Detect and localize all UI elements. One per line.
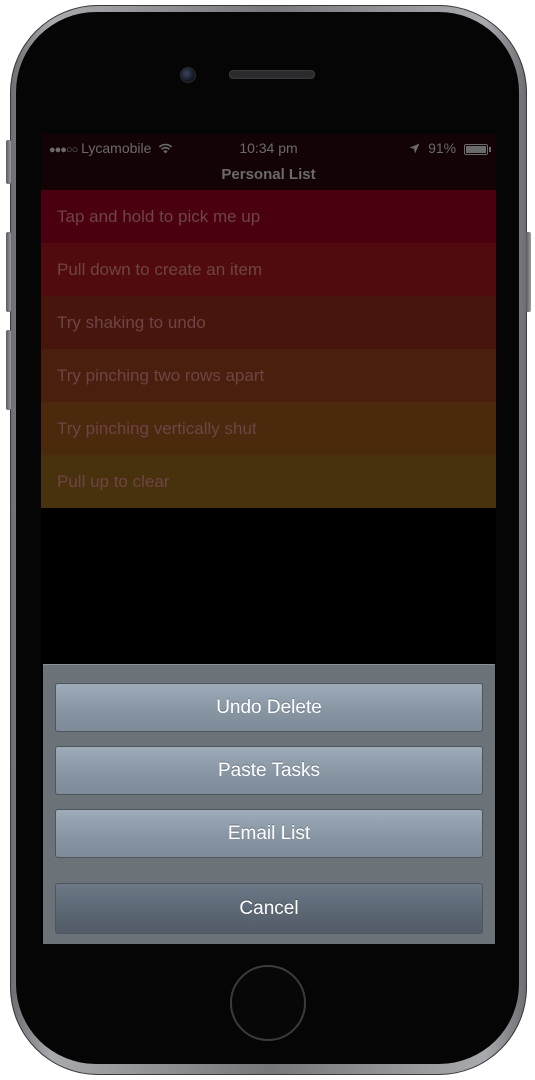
home-button[interactable] [230,965,306,1041]
volume-down-button[interactable] [6,330,11,410]
paste-tasks-button[interactable]: Paste Tasks [55,746,483,795]
battery-tip [489,146,491,152]
action-sheet: Undo Delete Paste Tasks Email List Cance… [43,664,495,944]
task-list: Tap and hold to pick me up Pull down to c… [41,190,496,508]
device-frame: ●●●○○ Lycamobile 10:34 pm 91% Personal L… [0,0,535,1080]
front-camera [180,67,196,83]
task-row[interactable]: Pull down to create an item [41,243,496,296]
task-row[interactable]: Pull up to clear [41,455,496,508]
location-arrow-icon [409,143,420,154]
battery-fill [466,145,487,153]
battery-icon [464,143,491,155]
power-button[interactable] [526,232,531,312]
screen: ●●●○○ Lycamobile 10:34 pm 91% Personal L… [41,134,496,944]
task-row[interactable]: Try pinching vertically shut [41,402,496,455]
cancel-button[interactable]: Cancel [55,883,483,934]
volume-up-button[interactable] [6,232,11,312]
status-bar: ●●●○○ Lycamobile 10:34 pm 91% [41,134,496,162]
email-list-button[interactable]: Email List [55,809,483,858]
task-row[interactable]: Try pinching two rows apart [41,349,496,402]
task-row[interactable]: Tap and hold to pick me up [41,190,496,243]
battery-percentage: 91% [428,140,457,156]
mute-switch[interactable] [6,140,11,184]
earpiece-speaker [229,70,315,79]
list-title: Personal List [41,162,496,190]
task-row[interactable]: Try shaking to undo [41,296,496,349]
status-right: 91% [409,140,491,156]
undo-delete-button[interactable]: Undo Delete [55,683,483,732]
